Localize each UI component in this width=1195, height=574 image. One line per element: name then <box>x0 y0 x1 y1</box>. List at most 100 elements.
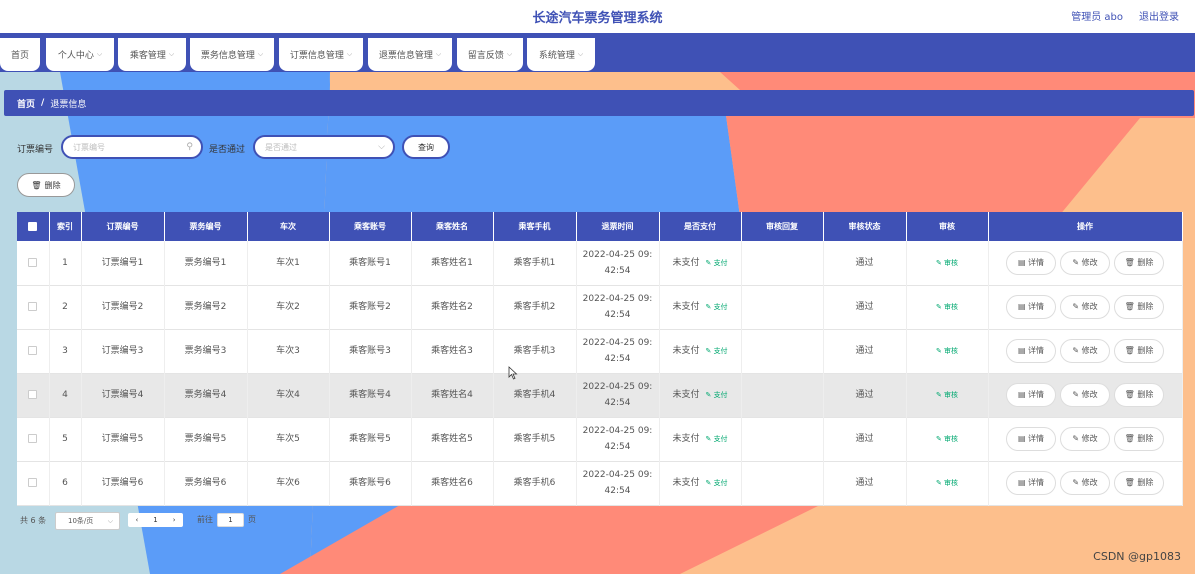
cell-order-no: 订票编号3 <box>81 329 165 373</box>
cell-index: 6 <box>49 461 82 505</box>
goto-page-input[interactable]: 1 <box>217 513 244 527</box>
refund-time-date: 2022-04-25 09: <box>582 294 653 304</box>
edit-button[interactable]: ✎ 修改 <box>1060 471 1110 495</box>
edit-button[interactable]: ✎ 修改 <box>1060 383 1110 407</box>
edit-button[interactable]: ✎ 修改 <box>1060 295 1110 319</box>
nav-system-mgmt[interactable]: 系统管理 ⌵ <box>527 38 595 71</box>
page-size-select[interactable]: 10条/页 ⌵ <box>55 512 120 530</box>
detail-button[interactable]: ▤ 详情 <box>1006 295 1056 319</box>
chevron-down-icon: ⌵ <box>257 50 264 58</box>
delete-button[interactable]: 🗑 删除 <box>1114 295 1164 319</box>
delete-button[interactable]: 🗑 删除 <box>1114 471 1164 495</box>
nav-refund-info-mgmt[interactable]: 退票信息管理 ⌵ <box>368 38 452 71</box>
delete-button[interactable]: 🗑 删除 <box>1114 250 1164 275</box>
audit-button[interactable]: ✎ 审核 <box>936 435 958 443</box>
cell-reply <box>741 329 824 373</box>
cell-paid: 未支付 ✎ 支付 <box>659 417 742 461</box>
refund-time-clock: 42:54 <box>604 486 631 496</box>
audit-button[interactable]: ✎ 审核 <box>936 259 958 267</box>
order-no-label: 订票编号 <box>17 145 54 155</box>
current-page[interactable]: 1 <box>153 516 157 524</box>
cell-name: 乘客姓名3 <box>411 329 494 373</box>
pay-button[interactable]: ✎ 支付 <box>705 347 727 355</box>
next-page-icon[interactable]: › <box>173 516 176 524</box>
pass-select[interactable]: 是否通过 ⌵ <box>253 135 395 159</box>
prev-page-icon[interactable]: ‹ <box>135 516 138 524</box>
edit-button[interactable]: ✎ 修改 <box>1060 427 1110 451</box>
audit-button[interactable]: ✎ 审核 <box>936 347 958 355</box>
refund-time-date: 2022-04-25 09: <box>582 426 653 436</box>
cell-name: 乘客姓名5 <box>411 417 494 461</box>
row-checkbox[interactable] <box>28 302 38 311</box>
column-header: 审核回复 <box>741 212 824 241</box>
cell-audit: ✎ 审核 <box>906 373 989 417</box>
row-checkbox-cell <box>17 373 50 417</box>
pay-button[interactable]: ✎ 支付 <box>705 391 727 399</box>
nav-booking-info-mgmt[interactable]: 订票信息管理 ⌵ <box>279 38 363 71</box>
cell-audit: ✎ 审核 <box>906 329 989 373</box>
select-all-checkbox[interactable] <box>28 222 38 231</box>
delete-label: 删除 <box>1137 302 1154 311</box>
cell-trip: 车次2 <box>247 285 330 329</box>
app-title: 长途汽车票务管理系统 <box>532 11 663 26</box>
edit-button[interactable]: ✎ 修改 <box>1060 339 1110 363</box>
edit-button[interactable]: ✎ 修改 <box>1060 250 1110 275</box>
nav-passenger-mgmt[interactable]: 乘客管理 ⌵ <box>118 38 186 71</box>
detail-button[interactable]: ▤ 详情 <box>1006 427 1056 451</box>
cell-ticket-no: 票务编号2 <box>164 285 248 329</box>
delete-label: 删除 <box>1137 478 1154 487</box>
nav-feedback[interactable]: 留言反馈 ⌵ <box>457 38 523 71</box>
logout-link[interactable]: 退出登录 <box>1139 8 1179 23</box>
edit-pen-icon: ✎ <box>705 258 712 267</box>
pay-button[interactable]: ✎ 支付 <box>705 435 727 443</box>
chevron-down-icon: ⌵ <box>577 50 584 58</box>
edit-pen-icon: ✎ <box>935 347 942 355</box>
edit-pen-icon: ✎ <box>1072 257 1080 267</box>
breadcrumb-home[interactable]: 首页 <box>17 97 35 110</box>
row-checkbox-cell <box>17 417 50 461</box>
pay-button[interactable]: ✎ 支付 <box>705 479 727 487</box>
detail-button[interactable]: ▤ 详情 <box>1006 383 1056 407</box>
cell-account: 乘客账号4 <box>329 373 412 417</box>
detail-button[interactable]: ▤ 详情 <box>1006 250 1056 275</box>
row-checkbox-cell <box>17 461 50 505</box>
paid-status: 未支付 <box>672 434 700 444</box>
delete-button[interactable]: 🗑 删除 <box>1114 383 1164 407</box>
detail-button[interactable]: ▤ 详情 <box>1006 339 1056 363</box>
order-no-input[interactable]: 订票编号 ⚲ <box>61 135 203 159</box>
row-checkbox[interactable] <box>28 390 38 399</box>
cell-trip: 车次1 <box>247 241 330 285</box>
trash-icon: 🗑 <box>1124 346 1135 355</box>
nav-home[interactable]: 首页 <box>0 38 40 71</box>
row-checkbox[interactable] <box>28 346 38 355</box>
edit-label: 修改 <box>1081 434 1098 443</box>
audit-button[interactable]: ✎ 审核 <box>936 479 958 487</box>
detail-button[interactable]: ▤ 详情 <box>1006 471 1056 495</box>
column-header: 是否支付 <box>659 212 742 241</box>
query-button[interactable]: 查询 <box>402 135 450 159</box>
nav-personal-center[interactable]: 个人中心 ⌵ <box>46 38 114 71</box>
pay-button[interactable]: ✎ 支付 <box>705 303 727 311</box>
row-checkbox[interactable] <box>28 434 38 443</box>
main-nav: 首页 个人中心 ⌵ 乘客管理 ⌵ 票务信息管理 ⌵ 订票信息管理 ⌵ 退票信息管理 ⌵ 留… <box>0 33 1195 72</box>
pay-button[interactable]: ✎ 支付 <box>705 259 727 267</box>
header-checkbox-cell <box>17 212 50 241</box>
batch-delete-button[interactable]: 🗑 删除 <box>17 173 75 197</box>
delete-button[interactable]: 🗑 删除 <box>1114 339 1164 363</box>
cell-account: 乘客账号2 <box>329 285 412 329</box>
cell-order-no: 订票编号1 <box>81 241 165 285</box>
row-checkbox[interactable] <box>28 257 38 267</box>
cell-account: 乘客账号1 <box>329 241 412 285</box>
pay-label: 支付 <box>713 303 728 311</box>
cell-trip: 车次4 <box>247 373 330 417</box>
row-checkbox[interactable] <box>28 478 38 487</box>
edit-pen-icon: ✎ <box>935 258 942 267</box>
audit-button[interactable]: ✎ 审核 <box>936 303 958 311</box>
audit-button[interactable]: ✎ 审核 <box>936 391 958 399</box>
edit-pen-icon: ✎ <box>935 303 942 311</box>
delete-button[interactable]: 🗑 删除 <box>1114 427 1164 451</box>
cell-phone: 乘客手机5 <box>493 417 577 461</box>
chevron-down-icon: ⌵ <box>346 50 353 58</box>
nav-ticket-info-mgmt[interactable]: 票务信息管理 ⌵ <box>190 38 274 71</box>
paid-status: 未支付 <box>672 390 700 400</box>
